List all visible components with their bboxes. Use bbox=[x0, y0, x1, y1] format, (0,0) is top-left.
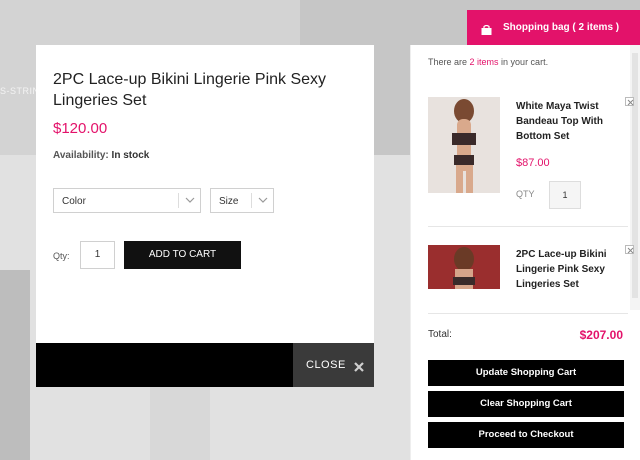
color-select-value: Color bbox=[62, 196, 86, 207]
remove-item-button[interactable] bbox=[625, 245, 634, 254]
qty-label: Qty: bbox=[53, 251, 70, 261]
cart-info: There are 2 items in your cart. bbox=[428, 57, 548, 67]
size-select-value: Size bbox=[219, 196, 239, 207]
shopping-bag-label: Shopping bag ( 2 items ) bbox=[503, 22, 620, 33]
cart-info-suffix: in your cart. bbox=[498, 57, 549, 67]
cart-dropdown: There are 2 items in your cart. White Ma… bbox=[410, 45, 640, 460]
hero-banner-text: S-STRIN bbox=[0, 86, 40, 96]
chevron-down-icon bbox=[251, 193, 273, 208]
cart-total-value: $207.00 bbox=[579, 328, 623, 342]
close-icon bbox=[354, 359, 364, 377]
cart-info-prefix: There are bbox=[428, 57, 470, 67]
availability-label: Availability: bbox=[53, 150, 109, 161]
cart-total-label: Total: bbox=[428, 329, 452, 340]
cart-item-name[interactable]: 2PC Lace-up Bikini Lingerie Pink Sexy Li… bbox=[516, 247, 616, 292]
close-button[interactable]: CLOSE bbox=[293, 343, 374, 387]
remove-item-button[interactable] bbox=[625, 97, 634, 106]
cart-divider bbox=[428, 226, 628, 227]
qty-input[interactable]: 1 bbox=[80, 241, 115, 269]
checkout-button[interactable]: Proceed to Checkout bbox=[428, 422, 624, 448]
cart-scrollbar-thumb[interactable] bbox=[632, 53, 638, 298]
size-select[interactable]: Size bbox=[210, 188, 274, 213]
product-price: $120.00 bbox=[53, 120, 108, 137]
cart-item-image[interactable] bbox=[428, 97, 500, 193]
product-title: 2PC Lace-up Bikini Lingerie Pink Sexy Li… bbox=[53, 71, 327, 109]
bag-icon bbox=[481, 22, 492, 40]
shopping-bag-button[interactable]: Shopping bag ( 2 items ) bbox=[467, 10, 640, 45]
quick-view-modal: 2PC Lace-up Bikini Lingerie Pink Sexy Li… bbox=[36, 45, 374, 387]
background-product-image bbox=[150, 385, 210, 460]
cart-item-count-link[interactable]: 2 items bbox=[470, 57, 499, 67]
add-to-cart-button[interactable]: ADD TO CART bbox=[124, 241, 241, 269]
clear-cart-button[interactable]: Clear Shopping Cart bbox=[428, 391, 624, 417]
cart-scrollbar[interactable] bbox=[630, 45, 640, 310]
cart-item-image[interactable] bbox=[428, 245, 500, 289]
cart-item-qty-input[interactable]: 1 bbox=[549, 181, 581, 209]
cart-divider bbox=[428, 313, 628, 314]
chevron-down-icon bbox=[178, 193, 200, 208]
background-product-image bbox=[0, 270, 30, 460]
color-select[interactable]: Color bbox=[53, 188, 201, 213]
close-label: CLOSE bbox=[306, 359, 346, 371]
cart-item-price: $87.00 bbox=[516, 157, 550, 169]
cart-item-qty-label: QTY bbox=[516, 189, 535, 199]
availability: Availability: In stock bbox=[53, 150, 149, 161]
availability-value: In stock bbox=[111, 150, 150, 161]
update-cart-button[interactable]: Update Shopping Cart bbox=[428, 360, 624, 386]
modal-footer: CLOSE bbox=[36, 343, 374, 387]
cart-item-name[interactable]: White Maya Twist Bandeau Top With Bottom… bbox=[516, 99, 616, 144]
